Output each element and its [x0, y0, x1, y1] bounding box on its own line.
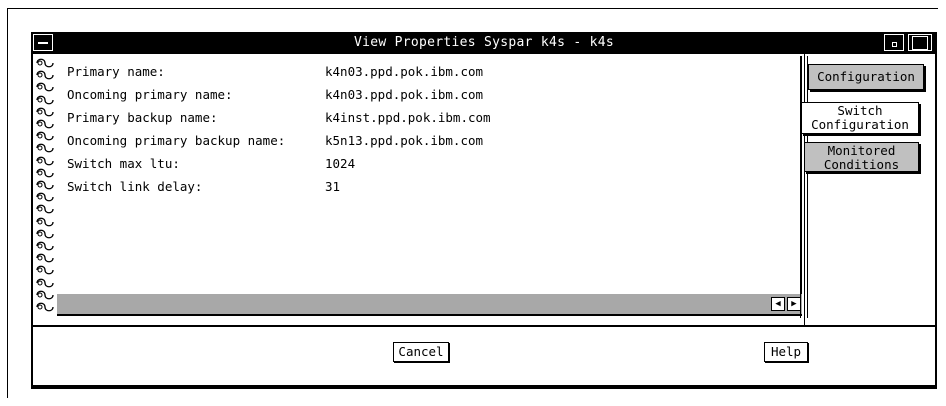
- property-value: k5n13.ppd.pok.ibm.com: [325, 133, 484, 148]
- property-value: k4inst.ppd.pok.ibm.com: [325, 110, 491, 125]
- tabs-divider: [804, 54, 805, 325]
- property-value: k4n03.ppd.pok.ibm.com: [325, 64, 484, 79]
- tab-label-line: Switch: [837, 103, 883, 118]
- tab-label-line: Configuration: [811, 117, 909, 132]
- minimize-icon[interactable]: [884, 34, 904, 51]
- spiral-coil-icon: [35, 300, 55, 314]
- spiral-binding-icon: [33, 54, 57, 325]
- notebook-page: Primary name: k4n03.ppd.pok.ibm.com Onco…: [57, 56, 802, 296]
- tab-label-line: Conditions: [823, 157, 900, 172]
- window-title: View Properties Syspar k4s - k4s: [353, 35, 615, 50]
- dialog-button-bar: Cancel Help: [33, 327, 935, 385]
- tab-switch-configuration[interactable]: Switch Configuration: [801, 102, 919, 134]
- property-value: k4n03.ppd.pok.ibm.com: [325, 87, 484, 102]
- cancel-button[interactable]: Cancel: [393, 342, 449, 362]
- property-label: Oncoming primary backup name:: [67, 133, 286, 148]
- property-label: Switch link delay:: [67, 179, 203, 194]
- title-bar[interactable]: View Properties Syspar k4s - k4s: [31, 32, 937, 54]
- property-label: Primary name:: [67, 64, 165, 79]
- maximize-icon[interactable]: [908, 34, 932, 51]
- tab-label-line: Monitored: [827, 143, 896, 158]
- property-label: Primary backup name:: [67, 110, 218, 125]
- help-button[interactable]: Help: [764, 342, 808, 362]
- property-label: Oncoming primary name:: [67, 87, 233, 102]
- property-label: Switch max ltu:: [67, 156, 180, 171]
- page-back-arrow-icon[interactable]: ◀: [771, 297, 785, 311]
- notebook: Primary name: k4n03.ppd.pok.ibm.com Onco…: [33, 54, 935, 325]
- property-value: 1024: [325, 156, 356, 171]
- tab-configuration[interactable]: Configuration: [808, 64, 924, 90]
- properties-window: View Properties Syspar k4s - k4s Primary…: [31, 32, 937, 389]
- property-value: 31: [325, 179, 341, 194]
- page-forward-arrow-icon[interactable]: ▶: [787, 297, 801, 311]
- tab-monitored-conditions[interactable]: Monitored Conditions: [804, 142, 919, 172]
- page-footer-bar: ◀ ▶: [57, 294, 802, 316]
